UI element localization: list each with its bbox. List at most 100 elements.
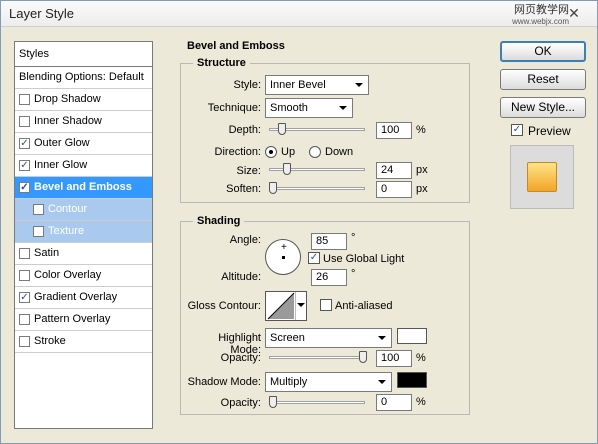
- direction-up-label: Up: [281, 146, 296, 158]
- styles-header-label: Styles: [19, 48, 49, 60]
- shadow-mode-dropdown[interactable]: Multiply: [265, 372, 392, 392]
- angle-input[interactable]: 85: [311, 233, 347, 250]
- altitude-input[interactable]: 26: [311, 269, 347, 286]
- highlight-opacity-slider-track[interactable]: [269, 356, 365, 359]
- title-bar: Layer Style 网页教学网 www.webjx.com ✕: [1, 1, 597, 27]
- preview-checkbox[interactable]: ✓: [511, 124, 523, 136]
- watermark-line-2: www.webjx.com: [512, 17, 569, 26]
- shadow-opacity-slider-track[interactable]: [269, 401, 365, 404]
- direction-up-radio[interactable]: [265, 146, 277, 158]
- highlight-color-swatch[interactable]: [397, 328, 427, 344]
- style-item-gradient-overlay[interactable]: ✓ Gradient Overlay: [15, 287, 152, 309]
- style-item-label: Bevel and Emboss: [34, 181, 132, 193]
- style-item-pattern-overlay[interactable]: Pattern Overlay: [15, 309, 152, 331]
- shadow-opacity-slider-thumb[interactable]: [269, 396, 277, 408]
- global-light-checkbox[interactable]: ✓: [308, 252, 320, 264]
- watermark: 网页教学网 www.webjx.com: [512, 5, 569, 27]
- style-item-satin[interactable]: Satin: [15, 243, 152, 265]
- reset-button[interactable]: Reset: [500, 69, 586, 90]
- contour-dropdown[interactable]: [295, 292, 305, 320]
- styles-header[interactable]: Styles: [15, 42, 152, 67]
- angle-crosshair-icon: +: [281, 242, 287, 253]
- highlight-mode-dropdown[interactable]: Screen: [265, 328, 392, 348]
- style-item-texture[interactable]: Texture: [15, 221, 152, 243]
- close-icon[interactable]: ✕: [565, 4, 583, 22]
- shadow-opacity-label: Opacity:: [220, 397, 261, 409]
- new-style-button[interactable]: New Style...: [500, 97, 586, 118]
- technique-value: Smooth: [270, 102, 308, 114]
- style-item-checkbox[interactable]: ✓: [19, 160, 30, 171]
- style-preview-swatch: [527, 162, 557, 192]
- style-item-checkbox[interactable]: [19, 336, 30, 347]
- blending-options-label: Blending Options: Default: [19, 71, 144, 83]
- ok-button[interactable]: OK: [500, 41, 586, 62]
- style-item-inner-shadow[interactable]: Inner Shadow: [15, 111, 152, 133]
- angle-dial-center-icon: [282, 256, 285, 259]
- direction-down-label: Down: [325, 146, 354, 158]
- gloss-contour-picker[interactable]: [265, 291, 307, 321]
- soften-input[interactable]: 0: [376, 181, 412, 198]
- layer-style-dialog: Layer Style 网页教学网 www.webjx.com ✕ Styles…: [0, 0, 598, 444]
- depth-unit: %: [416, 124, 426, 136]
- shadow-mode-label: Shadow Mode:: [187, 376, 261, 388]
- direction-label: Direction:: [214, 146, 261, 158]
- style-item-bevel-and-emboss[interactable]: ✓ Bevel and Emboss: [15, 177, 152, 199]
- style-item-contour[interactable]: Contour: [15, 199, 152, 221]
- style-item-checkbox[interactable]: [19, 270, 30, 281]
- highlight-opacity-unit: %: [416, 352, 426, 364]
- shadow-color-swatch[interactable]: [397, 372, 427, 388]
- style-item-checkbox[interactable]: [19, 116, 30, 127]
- altitude-unit: °: [351, 268, 356, 280]
- style-item-outer-glow[interactable]: ✓ Outer Glow: [15, 133, 152, 155]
- highlight-opacity-label: Opacity:: [220, 352, 261, 364]
- soften-slider-thumb[interactable]: [269, 182, 277, 194]
- style-item-checkbox[interactable]: [19, 314, 30, 325]
- style-item-label: Outer Glow: [34, 137, 90, 149]
- shading-title: Shading: [193, 215, 245, 227]
- depth-input[interactable]: 100: [376, 122, 412, 139]
- style-item-checkbox[interactable]: ✓: [19, 182, 30, 193]
- style-item-label: Gradient Overlay: [34, 291, 118, 303]
- direction-down-radio[interactable]: [309, 146, 321, 158]
- chevron-down-icon: [339, 106, 347, 110]
- style-item-inner-glow[interactable]: ✓ Inner Glow: [15, 155, 152, 177]
- chevron-down-icon: [378, 336, 386, 340]
- shadow-opacity-unit: %: [416, 396, 426, 408]
- depth-label: Depth:: [228, 124, 261, 136]
- soften-label: Soften:: [226, 183, 261, 195]
- highlight-opacity-slider-thumb[interactable]: [359, 351, 367, 363]
- technique-label: Technique:: [207, 102, 261, 114]
- technique-dropdown[interactable]: Smooth: [265, 98, 353, 118]
- soften-slider-track[interactable]: [269, 187, 365, 190]
- style-item-stroke[interactable]: Stroke: [15, 331, 152, 353]
- style-preview: [510, 145, 574, 209]
- contour-preview-icon: [267, 292, 295, 320]
- style-item-checkbox[interactable]: [33, 226, 44, 237]
- soften-unit: px: [416, 183, 428, 195]
- size-label: Size:: [236, 165, 261, 177]
- style-item-checkbox[interactable]: [33, 204, 44, 215]
- angle-dial[interactable]: +: [265, 239, 301, 275]
- angle-label: Angle:: [229, 234, 261, 246]
- chevron-down-icon: [378, 380, 386, 384]
- style-item-checkbox[interactable]: ✓: [19, 292, 30, 303]
- style-item-checkbox[interactable]: [19, 94, 30, 105]
- structure-title: Structure: [193, 57, 250, 69]
- style-item-drop-shadow[interactable]: Drop Shadow: [15, 89, 152, 111]
- depth-slider-thumb[interactable]: [278, 123, 286, 135]
- size-unit: px: [416, 164, 428, 176]
- shadow-opacity-input[interactable]: 0: [376, 394, 412, 411]
- highlight-opacity-input[interactable]: 100: [376, 350, 412, 367]
- style-item-label: Color Overlay: [34, 269, 102, 281]
- style-item-label: Stroke: [34, 335, 66, 347]
- antialiased-checkbox[interactable]: [320, 299, 332, 311]
- blending-options-item[interactable]: Blending Options: Default: [15, 67, 152, 89]
- shadow-mode-value: Multiply: [270, 376, 308, 388]
- style-item-color-overlay[interactable]: Color Overlay: [15, 265, 152, 287]
- size-slider-thumb[interactable]: [283, 163, 292, 175]
- style-item-checkbox[interactable]: [19, 248, 30, 259]
- style-item-checkbox[interactable]: ✓: [19, 138, 30, 149]
- style-dropdown[interactable]: Inner Bevel: [265, 75, 369, 95]
- global-light-label: Use Global Light: [323, 253, 405, 265]
- size-input[interactable]: 24: [376, 162, 412, 179]
